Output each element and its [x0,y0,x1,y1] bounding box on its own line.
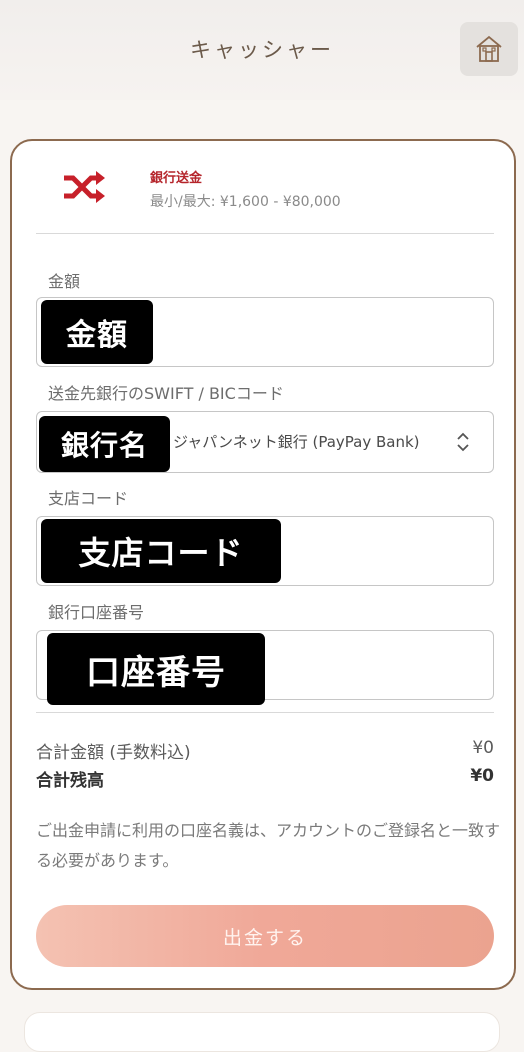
branch-label: 支店コード [48,489,129,508]
account-input[interactable]: 口座番号 [36,630,494,705]
total-label: 合計金額 (手数料込) [36,743,191,763]
total-row: 合計金額 (手数料込) ¥0 [36,738,494,763]
amount-input[interactable]: 金額 [36,297,494,367]
account-name-note: ご出金申請に利用の口座名義は、アカウントのご登録名と一致する必要があります。 [36,821,501,870]
shuffle-icon [64,171,105,203]
branch-input[interactable]: 支店コード [36,516,494,586]
balance-value: ¥0 [470,766,494,786]
home-button[interactable] [460,22,518,76]
balance-label: 合計残高 [36,771,104,791]
bank-label: 送金先銀行のSWIFT / BICコード [48,384,284,403]
method-range: 最小/最大: ¥1,600 - ¥80,000 [150,194,341,210]
method-name: 銀行送金 [150,171,203,186]
select-arrows-icon [457,432,469,452]
bank-select[interactable]: ジャパンネット銀行 (PayPay Bank) 銀行名 [36,411,494,473]
payment-method[interactable]: 銀行送金 最小/最大: ¥1,600 - ¥80,000 [12,141,514,233]
withdrawal-card: 銀行送金 最小/最大: ¥1,600 - ¥80,000 金額 金額 送金先銀行… [10,139,516,990]
divider [36,233,494,234]
page-title: キャッシャー [190,38,334,62]
home-icon [476,35,502,62]
top-bar: キャッシャー [0,0,524,100]
branch-redaction: 支店コード [41,519,281,583]
bank-selected-value: ジャパンネット銀行 (PayPay Bank) [173,433,420,451]
account-redaction: 口座番号 [47,633,265,705]
divider [36,712,494,713]
bank-redaction: 銀行名 [39,416,170,472]
amount-label: 金額 [48,272,81,291]
balance-row: 合計残高 ¥0 [36,766,494,791]
amount-redaction: 金額 [41,300,153,364]
account-label: 銀行口座番号 [48,603,145,622]
withdraw-button[interactable]: 出金する [36,905,494,967]
total-value: ¥0 [472,738,494,758]
next-card [24,1012,500,1052]
